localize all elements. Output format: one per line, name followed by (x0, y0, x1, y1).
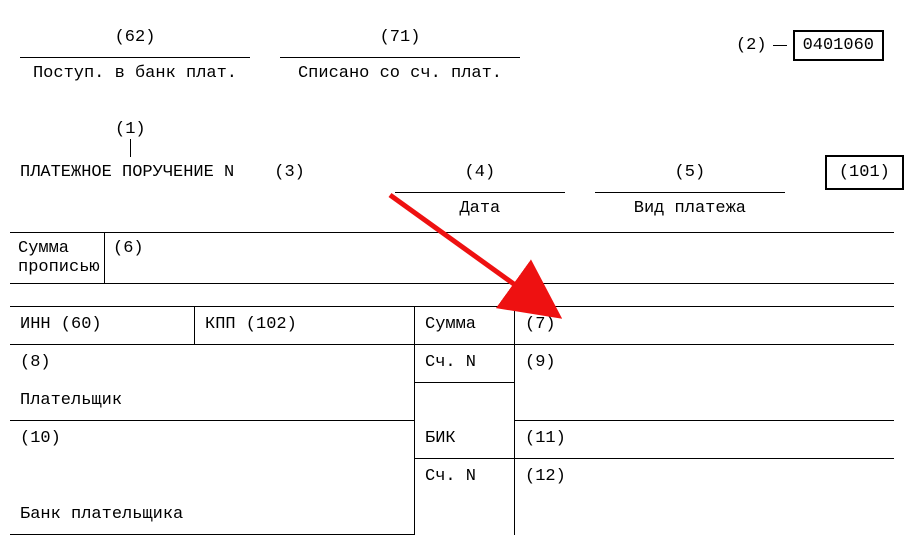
code-5: (5) (595, 163, 785, 193)
label-payer-cell: Плательщик (10, 383, 415, 421)
label-sum-cell: Сумма (415, 307, 515, 345)
code-7-cell: (7) (515, 307, 894, 345)
label-date: Дата (459, 193, 500, 218)
code-8-cell: (8) (10, 345, 415, 383)
date-field: (4) Дата (395, 163, 565, 218)
document-title-line: ПЛАТЕЖНОЕ ПОРУЧЕНИЕ N (3) (4) Дата (5) В… (20, 155, 904, 218)
payer-grid: ИНН (60) КПП (102) Сумма (7) (8) Сч. N (… (10, 306, 894, 535)
vertical-tick-icon (130, 139, 131, 157)
field-written-off: (71) Списано со сч. плат. (280, 28, 520, 83)
inn-cell: ИНН (60) (10, 307, 195, 345)
code-2: (2) (736, 36, 767, 55)
code-71: (71) (280, 28, 520, 58)
code-4: (4) (395, 163, 565, 193)
code-11-cell: (11) (515, 421, 894, 459)
form-number-box: 0401060 (793, 30, 884, 61)
dash-icon (773, 45, 787, 46)
blank-cell-2 (515, 383, 894, 421)
code-62: (62) (20, 28, 250, 58)
form-number-group: (2) 0401060 (736, 30, 904, 83)
label-written-off: Списано со сч. плат. (298, 58, 502, 83)
label-acct-cell-2: Сч. N (415, 459, 515, 497)
label-payer-bank-cell: Банк плательщика (10, 497, 415, 535)
code-10-cell: (10) (10, 421, 415, 459)
code-1-marker: (1) (115, 120, 146, 157)
label-received-in-bank: Поступ. в банк плат. (33, 58, 237, 83)
box-101: (101) (825, 155, 904, 190)
blank-cell-1 (415, 383, 515, 421)
code-12-cell: (12) (515, 459, 894, 497)
document-title: ПЛАТЕЖНОЕ ПОРУЧЕНИЕ N (20, 163, 234, 182)
label-sum-in-words: Сумма прописью (10, 233, 105, 283)
label-acct-cell-1: Сч. N (415, 345, 515, 383)
sum-in-words-row: Сумма прописью (6) (10, 232, 894, 284)
label-paytype: Вид платежа (634, 193, 746, 218)
code-3: (3) (274, 163, 305, 182)
blank-cell-5 (515, 497, 894, 535)
code-6: (6) (105, 233, 894, 283)
blank-cell-4 (415, 497, 515, 535)
label-bik-cell: БИК (415, 421, 515, 459)
blank-cell-3 (10, 459, 415, 497)
kpp-cell: КПП (102) (195, 307, 415, 345)
code-1: (1) (115, 120, 146, 139)
paytype-field: (5) Вид платежа (595, 163, 785, 218)
field-received-in-bank: (62) Поступ. в банк плат. (20, 28, 250, 83)
code-9-cell: (9) (515, 345, 894, 383)
